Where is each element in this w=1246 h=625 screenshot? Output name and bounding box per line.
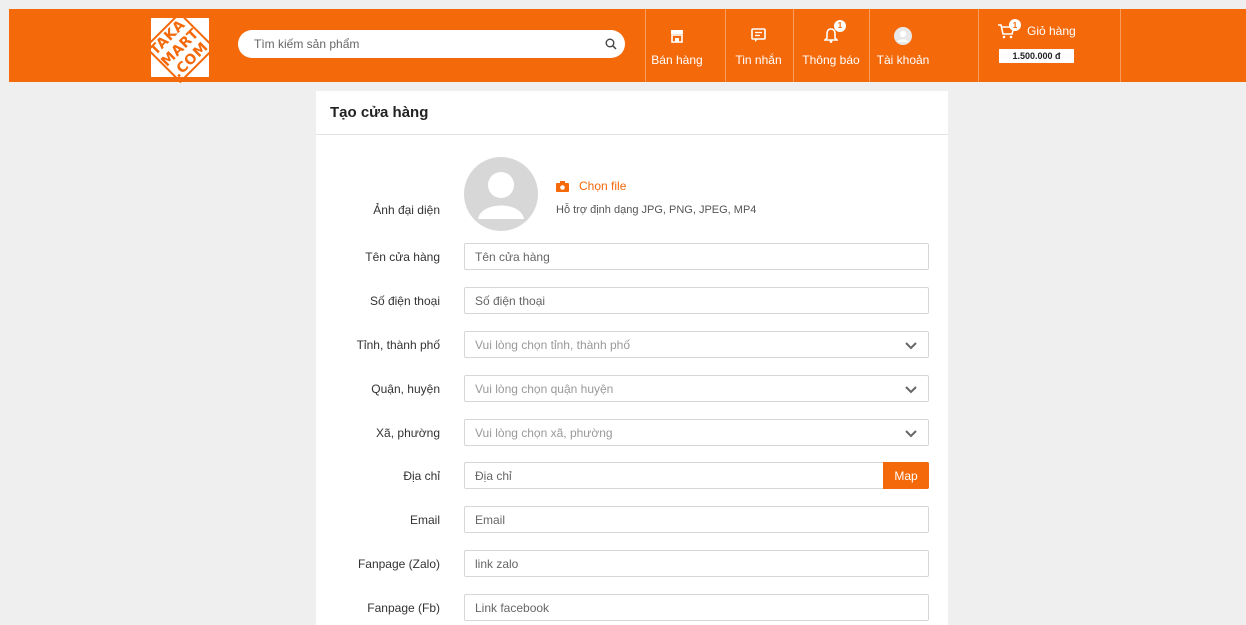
nav-messages-label: Tin nhắn — [735, 52, 782, 67]
nav-account[interactable]: Tài khoản — [869, 9, 936, 82]
search-bar — [238, 30, 625, 58]
choose-file-label: Chọn file — [579, 179, 627, 193]
facebook-field[interactable]: Link facebook — [464, 594, 929, 621]
logo-text: TAKA MART .COM — [146, 16, 212, 81]
store-name-field[interactable]: Tên cửa hàng — [464, 243, 929, 270]
facebook-placeholder: Link facebook — [475, 600, 550, 615]
form-row-address: Địa chỉ Địa chỉ Map — [316, 462, 948, 489]
chevron-down-icon — [904, 426, 918, 440]
cart-icon: 1 — [997, 19, 1021, 39]
map-button[interactable]: Map — [883, 462, 929, 489]
province-select[interactable]: Vui lòng chọn tỉnh, thành phố — [464, 331, 929, 358]
email-field[interactable]: Email — [464, 506, 929, 533]
field-label: Quận, huyện — [371, 381, 440, 396]
cart[interactable]: 1 Giỏ hàng 1.500.000 đ — [978, 9, 1121, 82]
field-label: Số điện thoại — [369, 293, 440, 308]
address-placeholder: Địa chỉ — [475, 468, 512, 483]
search-input[interactable] — [238, 30, 597, 58]
ward-placeholder: Vui lòng chọn xã, phường — [475, 425, 613, 440]
form-row-zalo: Fanpage (Zalo) link zalo — [316, 550, 948, 577]
search-icon[interactable] — [597, 30, 625, 58]
province-placeholder: Vui lòng chọn tỉnh, thành phố — [475, 337, 631, 352]
form-row-ward: Xã, phường Vui lòng chọn xã, phường — [316, 419, 948, 446]
camera-icon — [556, 180, 569, 192]
field-label: Email — [409, 512, 440, 527]
zalo-placeholder: link zalo — [475, 556, 519, 571]
logo-mark: TAKA MART .COM — [144, 11, 216, 84]
phone-field[interactable]: Số điện thoại — [464, 287, 929, 314]
nav-sell[interactable]: Bán hàng — [645, 9, 708, 82]
phone-placeholder: Số điện thoại — [475, 293, 546, 308]
form-row-province: Tỉnh, thành phố Vui lòng chọn tỉnh, thàn… — [316, 331, 948, 358]
field-label: Fanpage (Fb) — [367, 600, 440, 615]
form-row-district: Quận, huyện Vui lòng chọn quận huyện — [316, 375, 948, 402]
nav-notifications-label: Thông báo — [802, 52, 860, 67]
field-label: Tên cửa hàng — [365, 249, 440, 264]
message-icon — [751, 25, 766, 47]
cart-badge: 1 — [1009, 19, 1021, 31]
nav-notifications[interactable]: 1 Thông báo — [793, 9, 868, 82]
store-icon — [670, 25, 684, 47]
top-header: TAKA MART .COM Bán hàng Tin nhắn 1 Thông… — [9, 9, 1246, 84]
avatar-label: Ảnh đại diện — [373, 203, 440, 217]
ward-select[interactable]: Vui lòng chọn xã, phường — [464, 419, 929, 446]
file-format-hint: Hỗ trợ định dạng JPG, PNG, JPEG, MP4 — [556, 204, 757, 216]
user-icon — [894, 25, 912, 47]
address-field[interactable]: Địa chỉ Map — [464, 462, 929, 489]
zalo-field[interactable]: link zalo — [464, 550, 929, 577]
nav-account-label: Tài khoản — [876, 52, 930, 67]
nav-messages[interactable]: Tin nhắn — [725, 9, 791, 82]
form-row-phone: Số điện thoại Số điện thoại — [316, 287, 948, 314]
district-select[interactable]: Vui lòng chọn quận huyện — [464, 375, 929, 402]
field-label: Địa chỉ — [403, 468, 440, 483]
form-row-store-name: Tên cửa hàng Tên cửa hàng — [316, 243, 948, 270]
field-label: Tỉnh, thành phố — [356, 337, 440, 352]
notification-badge: 1 — [834, 19, 846, 32]
create-store-panel: Tạo cửa hàng Ảnh đại diện Chọn file Hỗ t… — [316, 91, 948, 625]
site-logo[interactable]: TAKA MART .COM — [144, 11, 216, 84]
avatar — [464, 157, 538, 231]
bell-icon: 1 — [824, 19, 846, 47]
chevron-down-icon — [904, 338, 918, 352]
nav-sell-label: Bán hàng — [651, 52, 703, 67]
cart-label: Giỏ hàng — [1027, 24, 1076, 38]
field-label: Xã, phường — [376, 425, 440, 440]
cart-total: 1.500.000 đ — [999, 49, 1074, 63]
choose-file-button[interactable]: Chọn file — [556, 179, 626, 193]
store-name-placeholder: Tên cửa hàng — [475, 249, 550, 264]
cart-top: 1 Giỏ hàng — [997, 19, 1076, 39]
chevron-down-icon — [904, 382, 918, 396]
page-title: Tạo cửa hàng — [316, 91, 948, 135]
email-placeholder: Email — [475, 512, 506, 527]
form-row-email: Email Email — [316, 506, 948, 533]
form-row-facebook: Fanpage (Fb) Link facebook — [316, 594, 948, 621]
field-label: Fanpage (Zalo) — [357, 556, 440, 571]
district-placeholder: Vui lòng chọn quận huyện — [475, 381, 614, 396]
